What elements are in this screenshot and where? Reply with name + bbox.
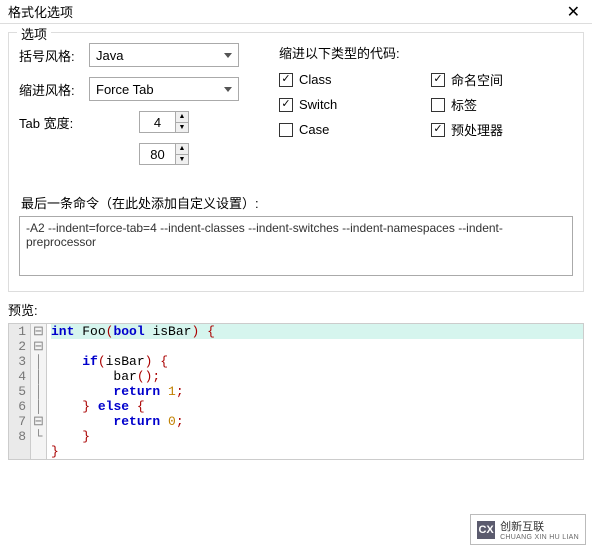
check-switch[interactable]: Switch	[279, 95, 421, 114]
tab-width-down-icon[interactable]: ▼	[176, 123, 188, 133]
options-section: 选项 括号风格: Java 缩进风格: Force Tab Tab 宽度:	[8, 32, 584, 292]
last-cmd-label: 最后一条命令（在此处添加自定义设置）:	[21, 193, 573, 212]
preview-label: 预览:	[8, 300, 584, 319]
indent-style-label: 缩进风格:	[19, 80, 89, 99]
width-up-icon[interactable]: ▲	[176, 144, 188, 155]
brace-style-select[interactable]: Java	[89, 43, 239, 67]
right-column: 缩进以下类型的代码: Class 命名空间 Switch 标签	[279, 43, 573, 175]
close-icon[interactable]: ✕	[563, 2, 584, 22]
indent-style-value: Force Tab	[96, 82, 154, 97]
last-cmd-input[interactable]: -A2 --indent=force-tab=4 --indent-classe…	[19, 216, 573, 276]
check-label: Class	[299, 72, 332, 87]
check-label: Switch	[299, 97, 337, 112]
checkbox-icon	[279, 98, 293, 112]
checkbox-icon	[279, 123, 293, 137]
check-label: 命名空间	[451, 70, 503, 89]
watermark-subtext: CHUANG XIN HU LIAN	[500, 534, 579, 541]
watermark-logo-icon: CX	[477, 521, 495, 539]
left-column: 括号风格: Java 缩进风格: Force Tab Tab 宽度: ▲	[19, 43, 269, 175]
check-label: Case	[299, 122, 329, 137]
indent-style-select[interactable]: Force Tab	[89, 77, 239, 101]
watermark-text: 创新互联	[500, 518, 579, 534]
options-section-label: 选项	[17, 24, 51, 43]
fold-gutter: ⊟ ⊟ │ │ │ │ ⊟ └	[31, 324, 47, 459]
width-input[interactable]	[139, 143, 175, 165]
indent-types-label: 缩进以下类型的代码:	[279, 43, 573, 62]
code-preview: 1 2 3 4 5 6 7 8 ⊟ ⊟ │ │ │ │ ⊟ └ int Foo(…	[8, 323, 584, 460]
check-case[interactable]: Case	[279, 120, 421, 139]
width-spinner[interactable]: ▲ ▼	[139, 143, 189, 165]
check-label: 预处理器	[451, 120, 503, 139]
code-content: int Foo(bool isBar) { if(isBar) { bar();…	[47, 324, 583, 459]
tab-width-spinner[interactable]: ▲ ▼	[139, 111, 189, 133]
check-label: 标签	[451, 95, 477, 114]
line-gutter: 1 2 3 4 5 6 7 8	[9, 324, 31, 459]
brace-style-value: Java	[96, 48, 123, 63]
check-class[interactable]: Class	[279, 70, 421, 89]
checkbox-icon	[431, 123, 445, 137]
titlebar: 格式化选项 ✕	[0, 0, 592, 24]
check-label[interactable]: 标签	[431, 95, 573, 114]
check-namespace[interactable]: 命名空间	[431, 70, 573, 89]
width-down-icon[interactable]: ▼	[176, 155, 188, 165]
tab-width-label: Tab 宽度:	[19, 113, 89, 132]
tab-width-up-icon[interactable]: ▲	[176, 112, 188, 123]
watermark: CX 创新互联 CHUANG XIN HU LIAN	[470, 514, 586, 545]
checkbox-icon	[431, 98, 445, 112]
tab-width-input[interactable]	[139, 111, 175, 133]
checkbox-icon	[431, 73, 445, 87]
check-preprocessor[interactable]: 预处理器	[431, 120, 573, 139]
brace-style-label: 括号风格:	[19, 46, 89, 65]
window-title: 格式化选项	[8, 2, 73, 21]
checkbox-icon	[279, 73, 293, 87]
